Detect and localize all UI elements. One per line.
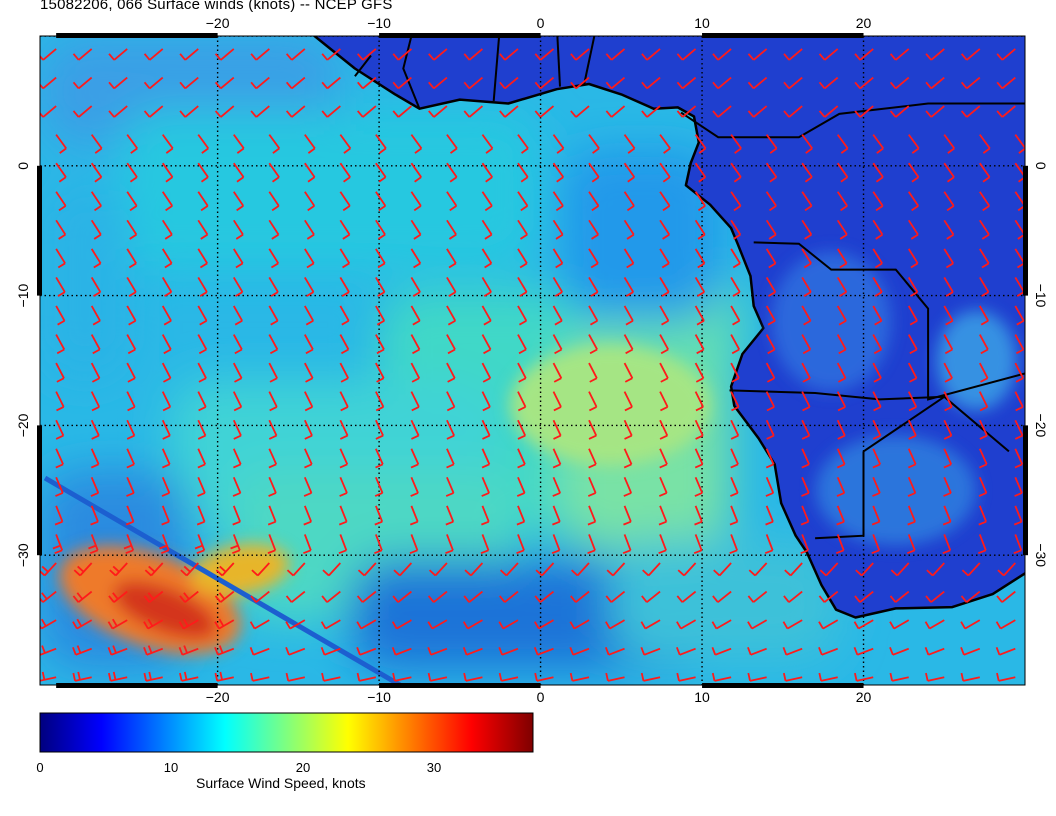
land-highlight [771, 251, 892, 392]
bottom-scale-bar [379, 683, 541, 688]
bottom-scale-bar [56, 683, 218, 688]
lon-tick-bottom: 20 [856, 689, 872, 705]
lat-tick-left: 0 [15, 162, 31, 170]
lat-tick-right: 0 [1033, 162, 1049, 170]
right-scale-bar [1023, 425, 1028, 556]
lat-tick-right: −30 [1033, 543, 1049, 567]
lat-tick-left: −30 [15, 543, 31, 567]
lon-tick-top: −20 [206, 15, 230, 31]
left-scale-bar [37, 425, 42, 556]
lat-tick-left: −20 [15, 413, 31, 437]
lon-tick-bottom: 0 [537, 689, 545, 705]
lat-tick-right: −10 [1033, 284, 1049, 308]
colorbar [39, 712, 534, 753]
left-scale-bar [37, 165, 42, 296]
lat-tick-left: −10 [15, 284, 31, 308]
colorbar-title: Surface Wind Speed, knots [196, 775, 366, 791]
bottom-scale-bar [702, 683, 864, 688]
top-scale-bar [702, 33, 864, 38]
colorbar-tick-20: 20 [295, 760, 311, 775]
lon-tick-bottom: 10 [694, 689, 710, 705]
lon-tick-bottom: −20 [206, 689, 230, 705]
speed-blob [120, 110, 540, 270]
wind-map: −20 −20 −10 −10 0 0 10 10 20 20 0 0 −10 −10 −20 −20 −30 −… [15, 15, 1049, 753]
lon-tick-top: −10 [367, 15, 391, 31]
colorbar-tick-30: 30 [426, 760, 442, 775]
land-highlight [936, 310, 1017, 411]
barb-flag [40, 678, 41, 681]
colorbar-tick-0: 0 [36, 760, 44, 775]
top-scale-bar [56, 33, 218, 38]
top-scale-bar [379, 33, 541, 38]
colorbar-tick-10: 10 [163, 760, 179, 775]
lat-tick-right: −20 [1033, 414, 1049, 438]
lon-tick-bottom: −10 [367, 689, 391, 705]
right-scale-bar [1023, 165, 1028, 296]
speed-blob [40, 180, 130, 380]
lon-tick-top: 20 [856, 15, 872, 31]
lon-tick-top: 10 [694, 15, 710, 31]
lon-tick-top: 0 [537, 15, 545, 31]
